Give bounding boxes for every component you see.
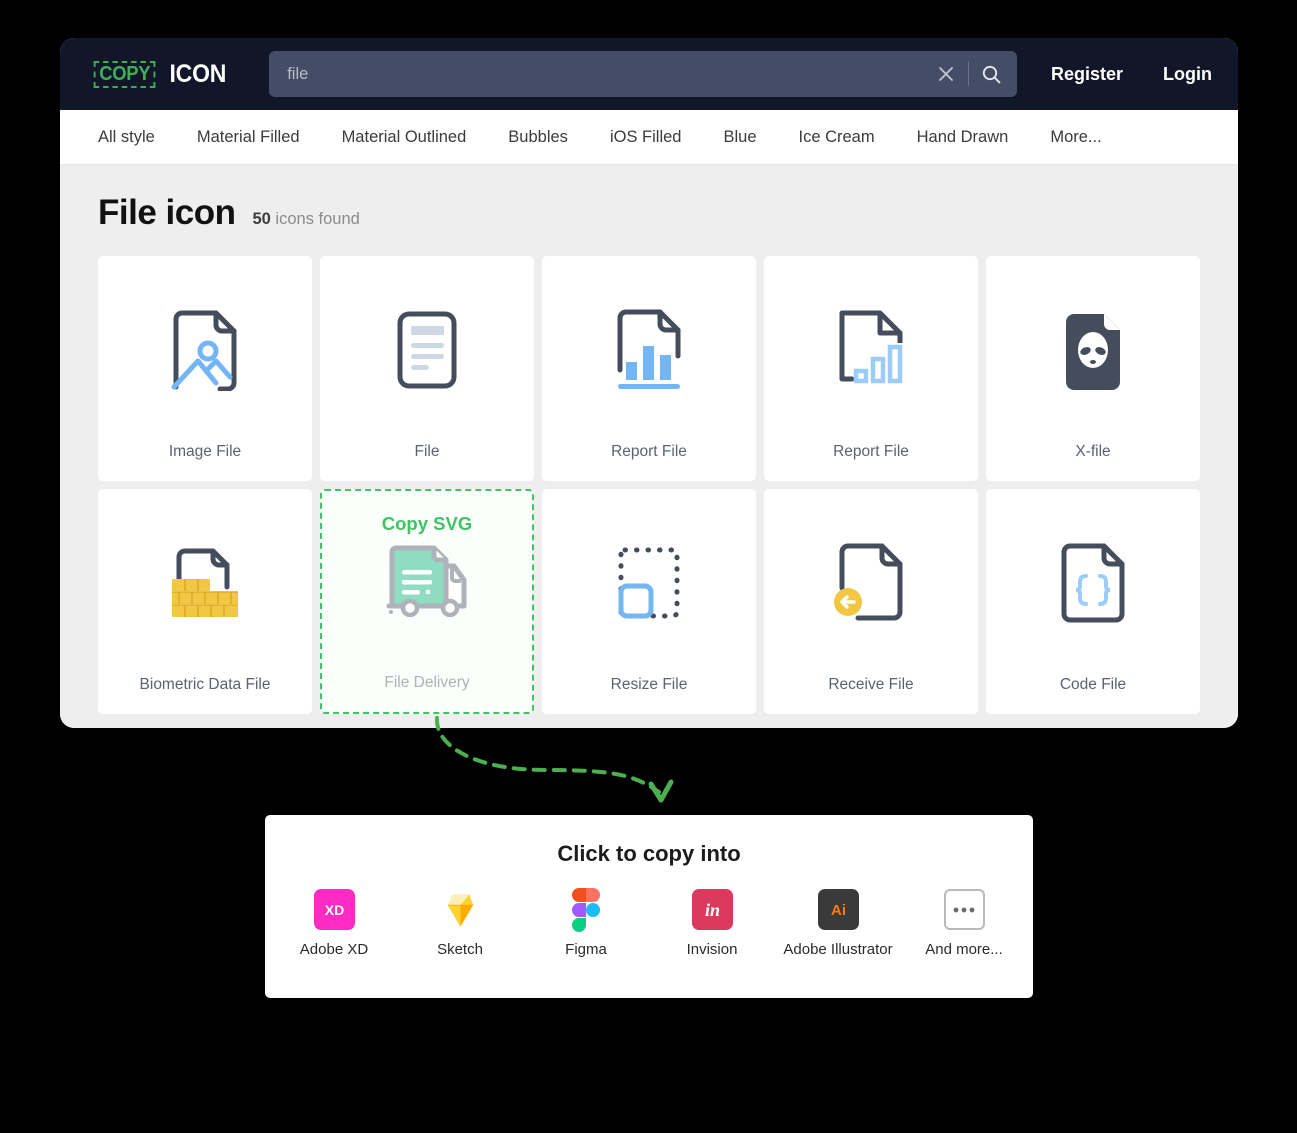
adobe-xd-icon: XD	[313, 889, 355, 930]
icon-card-file[interactable]: File	[320, 256, 534, 481]
close-icon	[939, 67, 954, 81]
app-label: Invision	[686, 941, 738, 958]
page-root: COPY ICON Registe	[0, 0, 1297, 1133]
results-count-suffix: icons found	[275, 210, 360, 228]
svg-text:in: in	[704, 900, 719, 920]
logo-copy-text: COPY	[93, 60, 156, 88]
logo-icon-text: ICON	[169, 59, 227, 88]
report-file-icon	[542, 256, 756, 443]
icon-card-report-file[interactable]: Report File	[542, 256, 756, 481]
file-icon	[320, 256, 534, 443]
adobe-illustrator-icon: Ai	[817, 889, 859, 930]
tab-blue[interactable]: Blue	[702, 128, 777, 147]
icon-card-report-file-outline[interactable]: Report File	[764, 256, 978, 481]
login-link[interactable]: Login	[1163, 64, 1212, 85]
resize-file-icon	[542, 489, 756, 676]
results-count-number: 50	[252, 210, 271, 228]
copy-into-panel: Click to copy into XD Adobe XD Sketch Fi…	[265, 815, 1033, 998]
report-file-outline-icon	[764, 256, 978, 443]
app-and-more[interactable]: And more...	[909, 889, 1019, 958]
tab-material-outlined[interactable]: Material Outlined	[321, 128, 488, 147]
icon-card-file-delivery[interactable]: Copy SVG File Delivery	[320, 489, 534, 714]
register-link[interactable]: Register	[1051, 64, 1123, 85]
tab-ice-cream[interactable]: Ice Cream	[778, 128, 896, 147]
icon-card-label: Biometric Data File	[139, 676, 271, 693]
svg-text:XD: XD	[324, 902, 343, 918]
tab-ios-filled[interactable]: iOS Filled	[589, 128, 703, 147]
results-area: File icon 50 icons found Image File File…	[60, 165, 1238, 728]
search-icon	[982, 65, 1001, 83]
copy-svg-label[interactable]: Copy SVG	[322, 513, 532, 535]
tab-bubbles[interactable]: Bubbles	[487, 128, 589, 147]
app-label: Adobe XD	[299, 941, 369, 958]
icon-card-biometric-data-file[interactable]: Biometric Data File	[98, 489, 312, 714]
icon-card-receive-file[interactable]: Receive File	[764, 489, 978, 714]
sketch-icon	[440, 889, 481, 930]
icon-card-image-file[interactable]: Image File	[98, 256, 312, 481]
tab-more[interactable]: More...	[1029, 128, 1122, 147]
icon-card-label: Resize File	[610, 676, 688, 693]
icon-card-resize-file[interactable]: Resize File	[542, 489, 756, 714]
copy-into-title: Click to copy into	[557, 841, 741, 866]
icon-card-x-file[interactable]: X-file	[986, 256, 1200, 481]
code-file-icon	[986, 489, 1200, 676]
style-tabs: All style Material Filled Material Outli…	[60, 110, 1238, 165]
icon-card-label: Report File	[611, 443, 687, 460]
app-sketch[interactable]: Sketch	[405, 889, 515, 958]
app-label: Adobe Illustrator	[783, 941, 893, 958]
tab-all-style[interactable]: All style	[98, 128, 176, 147]
page-title: File icon	[98, 193, 236, 232]
auth-links: Register Login	[1051, 64, 1212, 85]
search-button[interactable]	[969, 52, 1013, 96]
logo[interactable]: COPY ICON	[91, 60, 229, 89]
icon-card-label: File	[414, 443, 440, 460]
clear-search-button[interactable]	[924, 52, 968, 96]
app-header: COPY ICON Registe	[60, 38, 1238, 110]
icon-card-code-file[interactable]: Code File	[986, 489, 1200, 714]
app-adobe-illustrator[interactable]: Ai Adobe Illustrator	[783, 889, 893, 958]
receive-file-icon	[764, 489, 978, 676]
icon-card-label: X-file	[1075, 443, 1111, 460]
figma-icon	[566, 887, 607, 932]
icon-card-label: Receive File	[828, 676, 914, 693]
app-list: XD Adobe XD Sketch Figma in Invision Ai …	[265, 887, 1033, 958]
tab-material-filled[interactable]: Material Filled	[176, 128, 321, 147]
app-label: Sketch	[437, 941, 483, 958]
search-bar[interactable]	[269, 51, 1018, 97]
icon-card-label: Image File	[168, 443, 242, 460]
x-file-icon	[986, 256, 1200, 443]
icon-card-label: Code File	[1059, 676, 1127, 693]
app-figma[interactable]: Figma	[531, 887, 641, 958]
browser-card: COPY ICON Registe	[60, 38, 1238, 728]
app-adobe-xd[interactable]: XD Adobe XD	[279, 889, 389, 958]
app-label: And more...	[925, 941, 1003, 958]
more-dots-icon	[943, 889, 985, 930]
icon-card-label: File Delivery	[384, 674, 470, 691]
image-file-icon	[98, 256, 312, 443]
app-label: Figma	[565, 941, 607, 958]
tab-hand-drawn[interactable]: Hand Drawn	[896, 128, 1030, 147]
svg-text:Ai: Ai	[831, 902, 846, 919]
icon-grid: Image File File Report File Report File …	[98, 256, 1200, 714]
invision-icon: in	[691, 889, 733, 930]
search-input[interactable]	[287, 64, 925, 84]
icon-card-label: Report File	[833, 443, 909, 460]
results-count: 50 icons found	[252, 210, 359, 229]
results-header: File icon 50 icons found	[98, 193, 1200, 233]
app-invision[interactable]: in Invision	[657, 889, 767, 958]
biometric-data-file-icon	[98, 489, 312, 676]
